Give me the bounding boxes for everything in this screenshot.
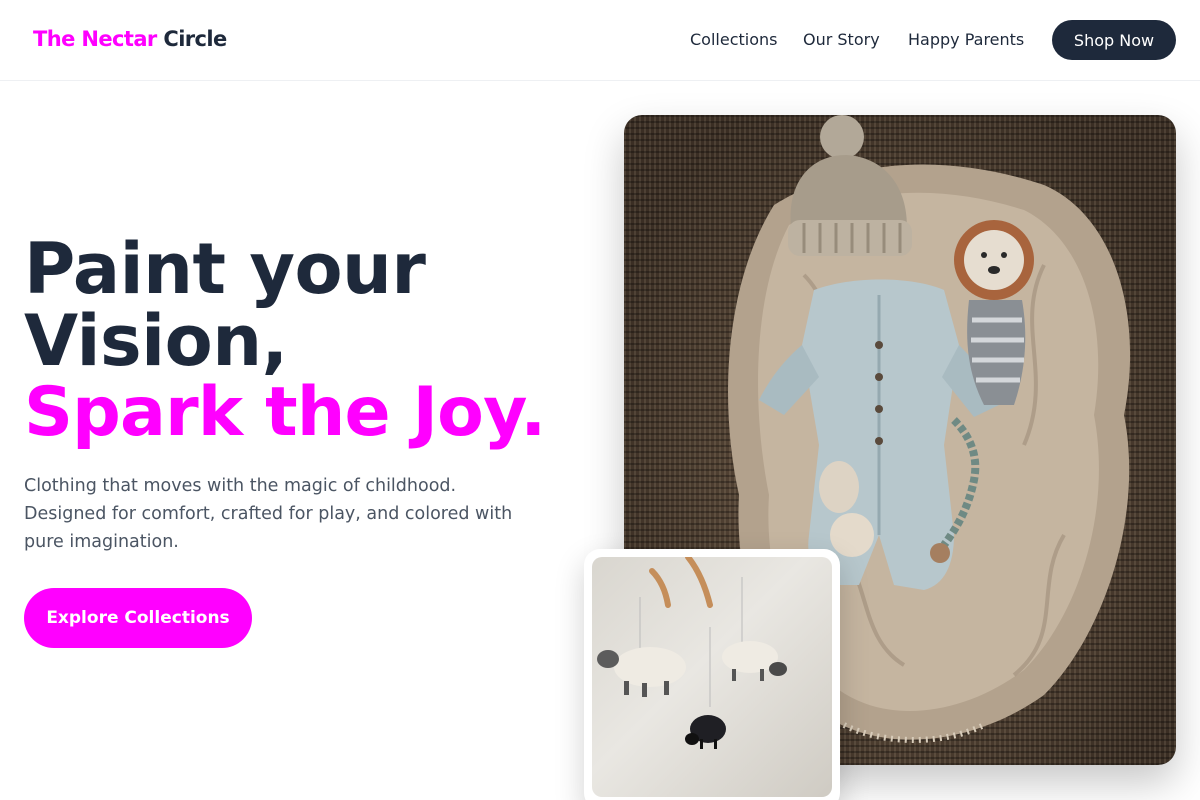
shop-now-button[interactable]: Shop Now (1052, 20, 1176, 60)
brand-logo[interactable]: The Nectar Circle (33, 27, 227, 51)
headline-accent: Spark the Joy. (24, 373, 546, 452)
nav-link-happy-parents[interactable]: Happy Parents (908, 30, 1024, 49)
explore-collections-button[interactable]: Explore Collections (24, 588, 252, 648)
photo-sheep-mobile (592, 557, 832, 797)
secondary-photo-card (584, 549, 840, 800)
headline-line-1: Paint your (24, 228, 426, 310)
site-header: The Nectar Circle Collections Our Story … (0, 0, 1200, 81)
nav-link-our-story[interactable]: Our Story (803, 30, 880, 49)
headline-line-2: Vision, (24, 300, 288, 382)
brand-name-part1: The Nectar (33, 27, 157, 51)
sheep-mobile-illustration (597, 557, 787, 749)
hero-description: Clothing that moves with the magic of ch… (24, 476, 513, 552)
nav-link-collections[interactable]: Collections (690, 30, 777, 49)
landing-page: The Nectar Circle Collections Our Story … (0, 0, 1200, 800)
brand-name-part2: Circle (163, 27, 227, 51)
